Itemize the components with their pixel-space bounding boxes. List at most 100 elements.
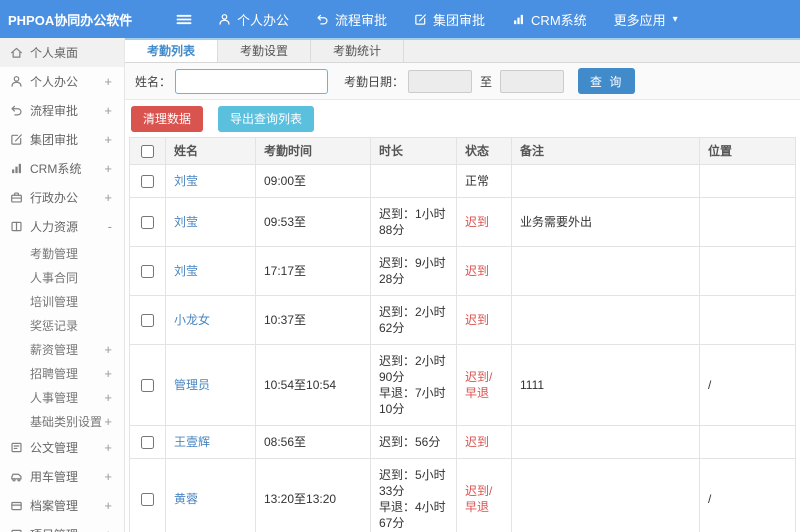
sidebar-subitem-attendance-mgmt[interactable]: 考勤管理: [0, 241, 124, 265]
table-row: 黄蓉 13:20至13:20 迟到：5小时33分 早退：4小时67分 迟到/早退 /: [129, 458, 796, 532]
note-cell: [511, 425, 700, 459]
row-checkbox-cell: [129, 164, 166, 198]
car-icon: [10, 470, 23, 483]
row-checkbox[interactable]: [141, 265, 154, 279]
nav-item-group-approval[interactable]: 集团审批: [414, 10, 485, 29]
table-row: 刘莹 09:53至 迟到：1小时88分 迟到 业务需要外出: [129, 197, 796, 247]
nav-item-personal-office[interactable]: 个人办公: [218, 10, 289, 29]
sidebar-item-human-resources[interactable]: 人力资源 -: [0, 212, 124, 241]
status-cell: 迟到/早退: [456, 344, 512, 426]
sidebar-item-archive-mgmt[interactable]: 档案管理 +: [0, 491, 124, 520]
employee-name-link[interactable]: 黄蓉: [165, 458, 256, 532]
attendance-time-cell: 09:00至: [255, 164, 371, 198]
row-checkbox-cell: [129, 458, 166, 532]
sidebar-item-document-mgmt[interactable]: 公文管理 +: [0, 433, 124, 462]
sidebar-subitem-hr-contract[interactable]: 人事合同: [0, 265, 124, 289]
menu-icon[interactable]: [176, 13, 192, 26]
column-header: 位置: [699, 137, 796, 165]
employee-name-link[interactable]: 小龙女: [165, 295, 256, 345]
sidebar-subitem-label: 考勤管理: [30, 246, 79, 261]
caret-down-icon: ▾: [672, 13, 678, 25]
status-cell: 迟到: [456, 425, 512, 459]
sidebar-subitem-recruit-mgmt[interactable]: 招聘管理 +: [0, 361, 124, 385]
sidebar-item-crm-system[interactable]: CRM系统 +: [0, 154, 124, 183]
sidebar-item-vehicle-mgmt[interactable]: 用车管理 +: [0, 462, 124, 491]
nav-item-label: CRM系统: [531, 12, 587, 28]
employee-name-link[interactable]: 刘莹: [165, 197, 256, 247]
employee-name-link[interactable]: 刘莹: [165, 164, 256, 198]
note-cell: 1111: [511, 344, 700, 426]
nav-item-workflow-approval[interactable]: 流程审批: [316, 10, 387, 29]
date-to-input[interactable]: [500, 69, 565, 93]
location-cell: /: [699, 458, 796, 532]
row-checkbox[interactable]: [141, 436, 154, 450]
date-filter-label: 考勤日期：: [344, 74, 405, 89]
collapse-minus-icon[interactable]: -: [108, 219, 112, 234]
name-filter-input[interactable]: [175, 68, 329, 94]
row-checkbox[interactable]: [141, 493, 154, 507]
expand-plus-icon[interactable]: +: [104, 390, 112, 405]
duration-cell: 迟到：1小时88分: [370, 197, 457, 247]
expand-plus-icon[interactable]: +: [104, 527, 112, 532]
sidebar-subitem-salary-mgmt[interactable]: 薪资管理 +: [0, 337, 124, 361]
status-cell: 迟到/早退: [456, 458, 512, 532]
sidebar-item-label: 个人办公: [30, 75, 79, 89]
sidebar-subitem-personnel-mgmt[interactable]: 人事管理 +: [0, 385, 124, 409]
expand-plus-icon[interactable]: +: [104, 161, 112, 176]
select-all-cell: [129, 137, 166, 165]
date-to-label: 至: [480, 74, 493, 89]
edit-icon: [10, 133, 23, 146]
location-cell: /: [699, 344, 796, 426]
sidebar-item-personal-office[interactable]: 个人办公 +: [0, 67, 124, 96]
expand-plus-icon[interactable]: +: [104, 103, 112, 118]
expand-plus-icon[interactable]: +: [104, 342, 112, 357]
export-list-button[interactable]: 导出查询列表: [218, 105, 315, 132]
expand-plus-icon[interactable]: +: [104, 74, 112, 89]
expand-plus-icon[interactable]: +: [104, 440, 112, 455]
sidebar-item-admin-office[interactable]: 行政办公 +: [0, 183, 124, 212]
sidebar-item-personal-desktop[interactable]: 个人桌面: [0, 38, 124, 67]
note-cell: 业务需要外出: [511, 197, 700, 247]
app-brand: PHPOA协同办公软件: [8, 12, 133, 28]
doc-icon: [10, 441, 23, 454]
expand-plus-icon[interactable]: +: [104, 414, 112, 429]
nav-item-crm-system[interactable]: CRM系统: [512, 10, 587, 29]
sidebar-subitem-base-category[interactable]: 基础类别设置 +: [0, 409, 124, 433]
sidebar-item-label: 用车管理: [30, 470, 79, 484]
sidebar-subitem-training-mgmt[interactable]: 培训管理: [0, 289, 124, 313]
sidebar-item-workflow-approval[interactable]: 流程审批 +: [0, 96, 124, 125]
select-all-checkbox[interactable]: [141, 145, 154, 159]
expand-plus-icon[interactable]: +: [104, 366, 112, 381]
navbar-items: 个人办公 流程审批 集团审批 CRM系统 更多应用 ▾: [218, 10, 705, 29]
folder-icon: [10, 499, 23, 512]
row-checkbox[interactable]: [141, 379, 154, 393]
expand-plus-icon[interactable]: +: [104, 498, 112, 513]
row-checkbox[interactable]: [141, 216, 154, 230]
note-cell: [511, 295, 700, 345]
expand-plus-icon[interactable]: +: [104, 469, 112, 484]
row-checkbox[interactable]: [141, 314, 154, 328]
expand-plus-icon[interactable]: +: [104, 132, 112, 147]
clean-data-button[interactable]: 清理数据: [131, 105, 204, 132]
search-button[interactable]: 查 询: [578, 68, 636, 94]
tab-attendance-stats[interactable]: 考勤统计: [311, 40, 405, 62]
sidebar-item-label: 行政办公: [30, 191, 79, 205]
table-row: 王壹辉 08:56至 迟到：56分 迟到: [129, 425, 796, 459]
project-icon: [10, 528, 23, 532]
expand-plus-icon[interactable]: +: [104, 190, 112, 205]
date-from-input[interactable]: [408, 69, 473, 93]
sidebar-subitem-reward-punish[interactable]: 奖惩记录: [0, 313, 124, 337]
sidebar-item-project-mgmt[interactable]: 项目管理+: [0, 520, 124, 532]
sidebar-subitem-label: 奖惩记录: [30, 318, 79, 333]
sidebar-item-group-approval[interactable]: 集团审批 +: [0, 125, 124, 154]
tab-attendance-settings[interactable]: 考勤设置: [218, 40, 312, 62]
employee-name-link[interactable]: 刘莹: [165, 246, 256, 296]
attendance-time-cell: 10:54至10:54: [255, 344, 371, 426]
attendance-time-cell: 09:53至: [255, 197, 371, 247]
nav-item-label: 流程审批: [335, 12, 388, 28]
nav-item-more-apps[interactable]: 更多应用 ▾: [614, 10, 678, 29]
row-checkbox[interactable]: [141, 175, 154, 189]
tab-attendance-list[interactable]: 考勤列表: [125, 40, 219, 62]
employee-name-link[interactable]: 管理员: [165, 344, 256, 426]
employee-name-link[interactable]: 王壹辉: [165, 425, 256, 459]
